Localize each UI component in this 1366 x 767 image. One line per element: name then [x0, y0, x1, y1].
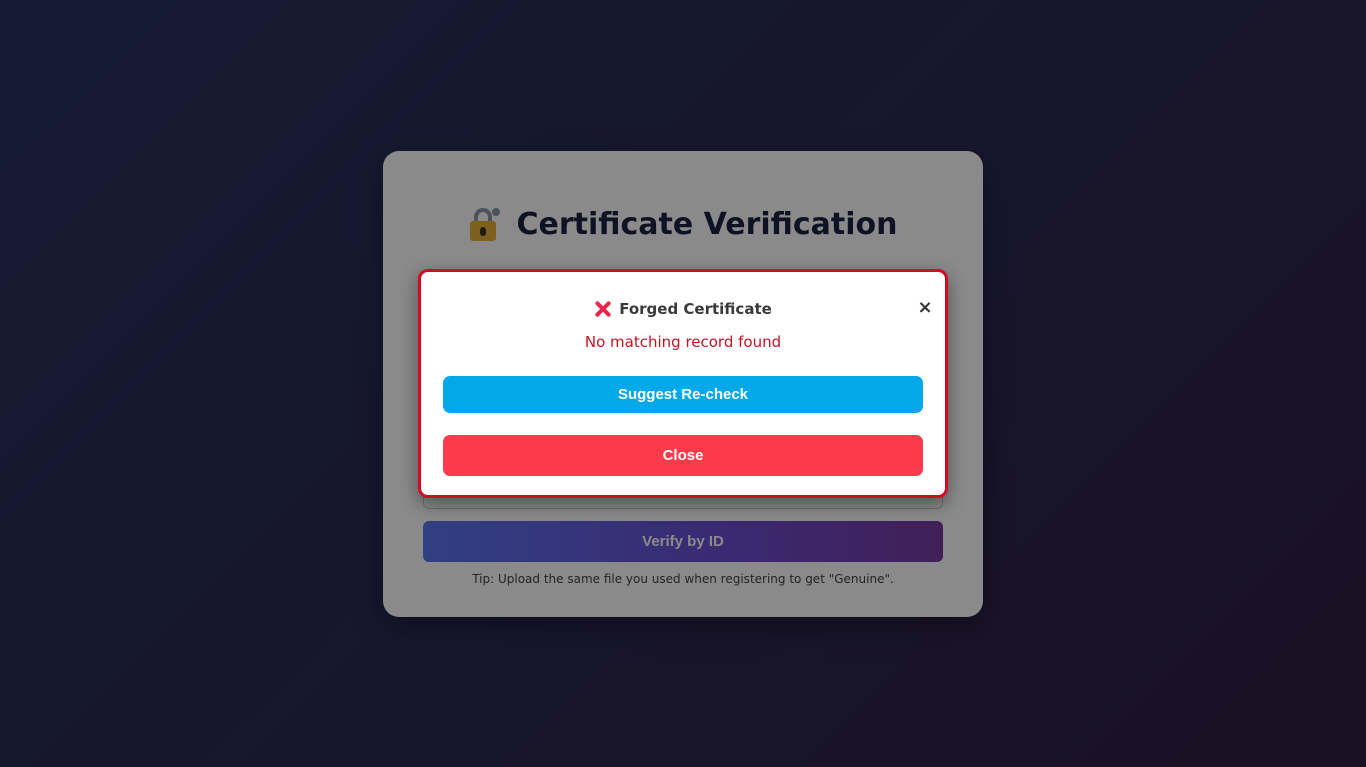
result-modal: Forged Certificate × No matching record …	[418, 269, 948, 498]
modal-title: Forged Certificate	[619, 300, 772, 318]
suggest-recheck-button[interactable]: Suggest Re-check	[443, 376, 923, 413]
close-icon[interactable]: ×	[915, 298, 935, 318]
modal-message: No matching record found	[584, 333, 782, 351]
close-button[interactable]: Close	[443, 435, 923, 476]
cross-mark-icon	[594, 300, 612, 318]
modal-header: Forged Certificate	[421, 300, 945, 318]
